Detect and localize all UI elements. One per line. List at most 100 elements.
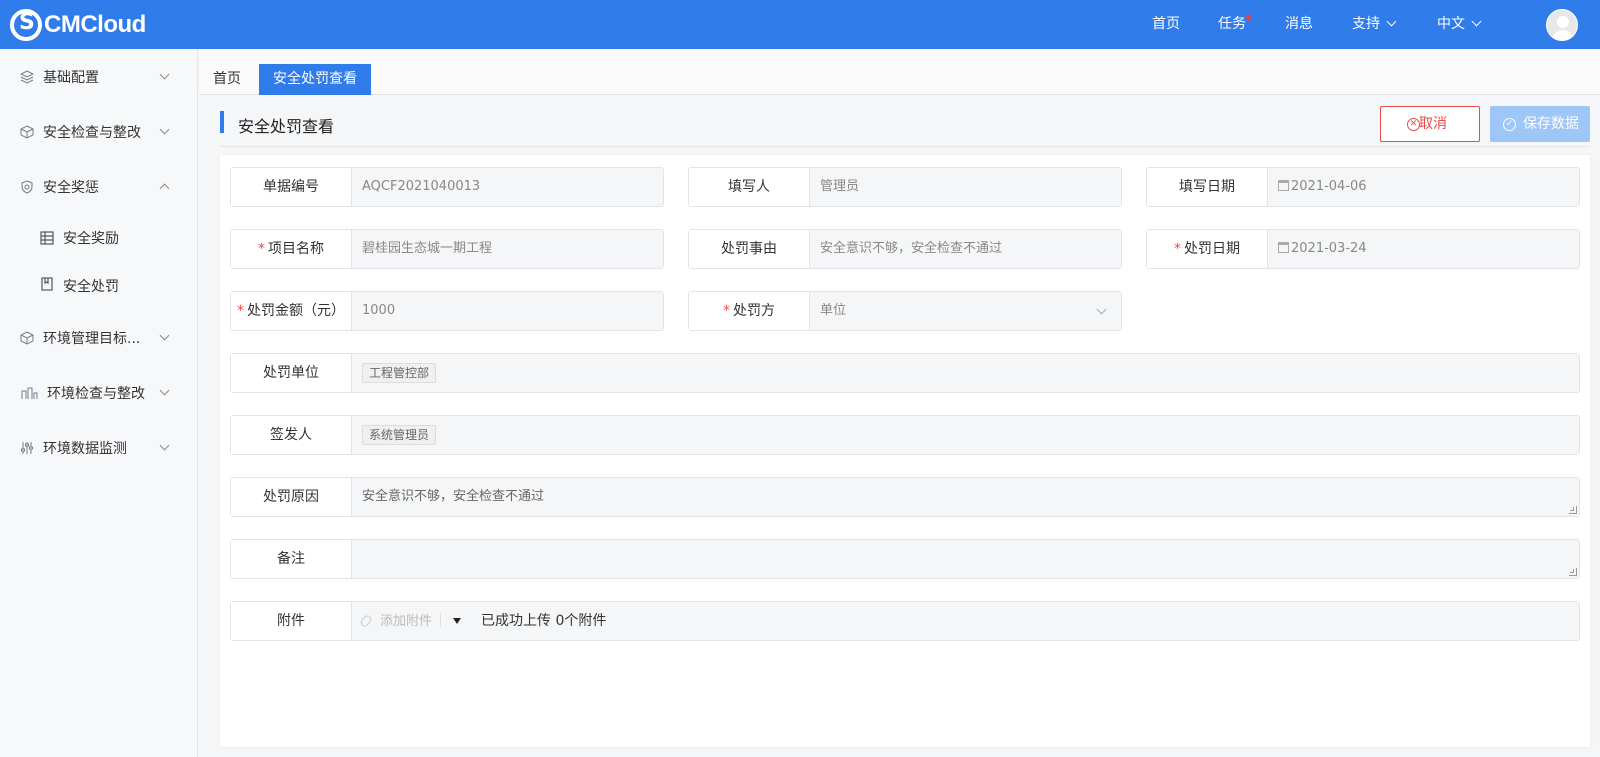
nav-home[interactable]: 首页: [1152, 0, 1180, 49]
unit-field: 处罚单位 工程管控部: [230, 353, 1580, 393]
save-button[interactable]: ✓ 保存数据: [1490, 106, 1590, 142]
amount-input[interactable]: 1000: [352, 292, 663, 330]
field-label-text: 处罚金额（元）: [247, 303, 345, 319]
tools-icon: [21, 387, 38, 399]
attachment-area: 添加附件 已成功上传 0个附件: [352, 602, 1579, 640]
sidebar-item-label: 环境检查与整改: [47, 386, 145, 402]
required-mark: *: [723, 303, 730, 319]
title-accent-bar: [220, 111, 224, 133]
issuer-tag: 系统管理员: [362, 424, 437, 445]
tab-safety-penalty-view[interactable]: 安全处罚查看: [259, 64, 371, 95]
write-date-input[interactable]: 2021-04-06: [1268, 168, 1579, 206]
sidebar-item-env-check[interactable]: 环境检查与整改: [0, 373, 198, 413]
chevron-down-icon: [1096, 304, 1107, 315]
cancel-label: 取消: [1419, 116, 1447, 132]
writer-input[interactable]: 管理员: [810, 168, 1121, 206]
sidebar-item-safety-reward-penalty[interactable]: 安全奖惩: [0, 167, 198, 207]
sidebar-item-safety-reward[interactable]: 安全奖励: [0, 218, 198, 258]
field-label-text: 项目名称: [268, 241, 324, 257]
remark-textarea[interactable]: [352, 540, 1579, 578]
nav-tasks[interactable]: 任务 *: [1218, 0, 1252, 49]
close-circle-icon: ✕: [1407, 118, 1420, 131]
chevron-down-icon: [159, 69, 170, 80]
project-input[interactable]: 碧桂园生态城一期工程: [352, 230, 663, 268]
nav-messages[interactable]: 消息: [1285, 0, 1313, 49]
bookmark-icon: [41, 277, 53, 291]
cause-field: 处罚原因 安全意识不够，安全检查不通过: [230, 477, 1580, 517]
tab-home[interactable]: 首页: [199, 64, 255, 95]
sidebar-item-label: 安全检查与整改: [43, 125, 141, 141]
sidebar-item-label: 环境管理目标...: [43, 331, 141, 347]
sidebar-item-label: 安全处罚: [63, 279, 119, 295]
tab-bar: 首页 安全处罚查看: [199, 49, 1600, 95]
calendar-icon: [1278, 180, 1289, 191]
field-label-text: 处罚日期: [1184, 241, 1240, 257]
party-field: * 处罚方 单位: [688, 291, 1122, 331]
chevron-up-icon: [159, 183, 170, 194]
sidebar-item-safety-penalty[interactable]: 安全处罚: [0, 266, 198, 306]
page-header: 安全处罚查看 ✕ 取消 ✓ 保存数据: [220, 103, 1590, 147]
sidebar-item-label: 安全奖惩: [43, 180, 99, 196]
field-label: 签发人: [231, 416, 352, 454]
attachment-field: 附件 添加附件 已成功上传 0个附件: [230, 601, 1580, 641]
cause-textarea[interactable]: 安全意识不够，安全检查不通过: [352, 478, 1579, 516]
field-label: 附件: [231, 602, 352, 640]
logo[interactable]: CMCloud: [10, 9, 146, 41]
sidebar-item-basic-config[interactable]: 基础配置: [0, 57, 198, 97]
write-date-value: 2021-04-06: [1291, 179, 1367, 194]
issuer-picker[interactable]: 系统管理员: [352, 416, 1579, 454]
nav-support[interactable]: 支持: [1352, 0, 1397, 49]
sidebar-item-env-targets[interactable]: 环境管理目标...: [0, 318, 198, 358]
page-title: 安全处罚查看: [238, 117, 335, 136]
language-label: 中文: [1437, 16, 1465, 32]
penalty-date-input[interactable]: 2021-03-24: [1268, 230, 1579, 268]
sidebar-item-label: 安全奖励: [63, 231, 119, 247]
resize-handle-icon[interactable]: [1569, 568, 1577, 576]
issuer-field: 签发人 系统管理员: [230, 415, 1580, 455]
shield-icon: [21, 180, 33, 194]
field-label: * 处罚日期: [1147, 230, 1268, 268]
field-label: 填写人: [689, 168, 810, 206]
field-label: 填写日期: [1147, 168, 1268, 206]
add-attachment-button[interactable]: 添加附件: [359, 613, 432, 629]
resize-handle-icon[interactable]: [1569, 506, 1577, 514]
layers-icon: [20, 70, 34, 84]
avatar[interactable]: [1546, 9, 1578, 41]
box-check-icon: [20, 125, 34, 139]
field-label-text: 处罚方: [733, 303, 775, 319]
chevron-down-icon: [1471, 16, 1482, 27]
top-header: CMCloud 首页 任务 * 消息 支持 中文: [0, 0, 1600, 49]
field-label: 备注: [231, 540, 352, 578]
party-select[interactable]: 单位: [810, 292, 1121, 330]
attachment-status: 已成功上传 0个附件: [481, 613, 607, 629]
doc-no-input[interactable]: AQCF2021040013: [352, 168, 663, 206]
field-label: * 处罚金额（元）: [231, 292, 352, 330]
nav-tasks-label: 任务: [1218, 16, 1246, 32]
doc-no-field: 单据编号 AQCF2021040013: [230, 167, 664, 207]
write-date-field: 填写日期 2021-04-06: [1146, 167, 1580, 207]
caret-down-icon[interactable]: [453, 618, 462, 624]
sliders-icon: [21, 442, 33, 454]
field-label: * 项目名称: [231, 230, 352, 268]
chevron-down-icon: [1386, 16, 1397, 27]
cause-value: 安全意识不够，安全检查不通过: [362, 489, 545, 504]
unit-picker[interactable]: 工程管控部: [352, 354, 1579, 392]
field-label: 处罚单位: [231, 354, 352, 392]
calendar-icon: [1278, 242, 1289, 253]
reason-item-input[interactable]: 安全意识不够，安全检查不通过: [810, 230, 1121, 268]
sidebar-item-safety-check[interactable]: 安全检查与整改: [0, 112, 198, 152]
cancel-button[interactable]: ✕ 取消: [1380, 106, 1480, 142]
required-mark: *: [1174, 241, 1181, 257]
table-icon: [40, 231, 54, 245]
sidebar-item-env-monitoring[interactable]: 环境数据监测: [0, 428, 198, 468]
unit-tag: 工程管控部: [362, 362, 437, 383]
amount-field: * 处罚金额（元） 1000: [230, 291, 664, 331]
check-circle-icon: ✓: [1503, 118, 1516, 131]
save-label: 保存数据: [1523, 116, 1579, 132]
writer-field: 填写人 管理员: [688, 167, 1122, 207]
sidebar-item-label: 基础配置: [43, 70, 99, 86]
avatar-body: [1552, 30, 1574, 40]
language-selector[interactable]: 中文: [1437, 0, 1482, 49]
required-mark: *: [258, 241, 265, 257]
remark-field: 备注: [230, 539, 1580, 579]
